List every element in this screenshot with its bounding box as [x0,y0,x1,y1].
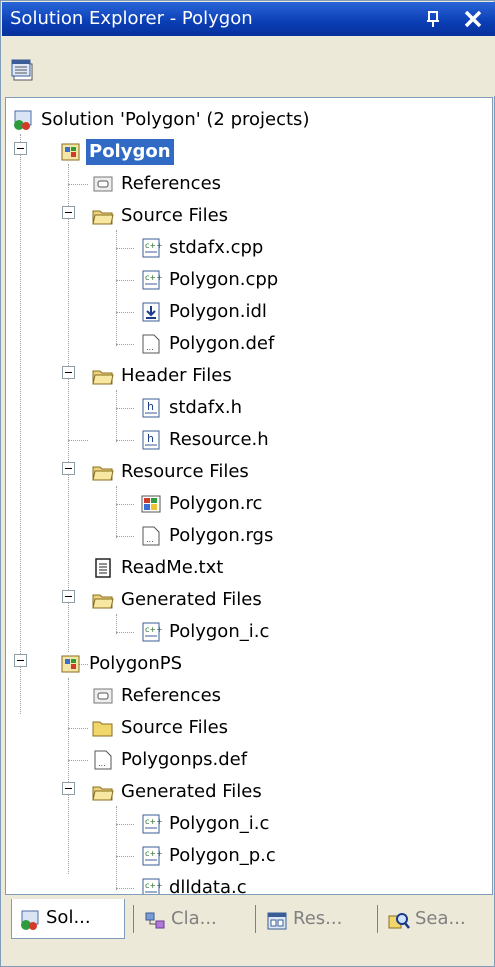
generic-file-icon: ... [92,749,114,771]
tab-label: Sea... [415,908,466,929]
collapse-toggle[interactable] [62,462,75,475]
solution-tree: Solution 'Polygon' (2 projects) Polygon … [5,97,493,895]
search-icon [387,909,411,931]
tab-solution-explorer[interactable]: Sol... [11,899,125,939]
tree-item-label: Resource.h [169,429,269,450]
generic-file-icon: ... [140,525,162,547]
solution-icon [12,109,34,131]
tab-class-view[interactable]: Cla... [137,901,249,937]
open-folder-icon [92,589,114,611]
svg-text:...: ... [146,343,154,352]
tree-item-label: stdafx.cpp [169,237,264,258]
header-file-icon: h [140,429,162,451]
tree-item-label: Source Files [121,205,229,226]
tab-resource-view[interactable]: Res... [259,901,371,937]
tree-item-label: Resource Files [121,461,249,482]
svg-text:c++: c++ [145,625,162,634]
svg-text:c++: c++ [145,881,162,890]
resource-script-icon [140,493,162,515]
tree-item-label: Polygon.def [169,333,275,354]
tree-item-label: PolygonPS [89,653,183,674]
header-file-icon: h [140,397,162,419]
class-view-icon [143,909,167,931]
svg-text:...: ... [98,759,106,768]
tree-item-label: References [121,685,222,706]
references-icon [92,173,114,195]
solution-explorer-window: Solution Explorer - Polygon Solution 'Po… [0,0,495,967]
tree-item-label: Polygon_i.c [169,621,270,642]
vc-project-icon [60,653,82,675]
cpp-file-icon: c++ [140,237,163,259]
close-icon[interactable] [461,2,485,36]
tab-label: Sol... [46,907,91,928]
svg-text:c++: c++ [145,241,162,250]
pin-icon[interactable] [423,2,443,36]
text-file-icon [92,557,114,579]
tree-item-label: ReadMe.txt [121,557,224,578]
open-folder-icon [92,365,114,387]
vc-project-icon [60,141,82,163]
svg-text:h: h [147,432,154,445]
c-file-icon: c++ [140,877,163,894]
tree-item-label: Solution 'Polygon' (2 projects) [41,109,310,130]
svg-text:c++: c++ [145,817,162,826]
tree-item-label: Source Files [121,717,229,738]
idl-file-icon [140,301,162,323]
open-folder-icon [92,781,114,803]
tree-item-label: Polygon.rc [169,493,263,514]
toolbar [2,36,495,96]
tree-item-label: Polygon.idl [169,301,267,322]
tree-item-label: Polygon.cpp [169,269,279,290]
collapse-toggle[interactable] [62,782,75,795]
tree-item-label: Polygon [86,139,174,165]
solution-explorer-icon [18,907,42,930]
window-title: Solution Explorer - Polygon [10,8,253,29]
c-file-icon: c++ [140,621,163,643]
title-bar: Solution Explorer - Polygon [2,2,495,36]
tree-item-label: dlldata.c [169,877,247,895]
references-icon [92,685,114,707]
collapse-toggle[interactable] [62,590,75,603]
tab-label: Cla... [171,908,217,929]
folder-icon [92,717,114,739]
svg-text:...: ... [146,535,154,544]
open-folder-icon [92,461,114,483]
svg-text:h: h [147,400,154,413]
cpp-file-icon: c++ [140,269,163,291]
resource-view-icon [265,909,289,931]
tree-item-label: Polygon_i.c [169,813,270,834]
tree-item-label: References [121,173,222,194]
tool-window-tabs: Sol... Cla... Res... Sea... [5,897,491,941]
c-file-icon: c++ [140,845,163,867]
generic-file-icon: ... [140,333,162,355]
open-folder-icon [92,205,114,227]
tree-item-label: Header Files [121,365,232,386]
tree-item-label: Generated Files [121,781,262,802]
collapse-toggle[interactable] [14,142,27,155]
tab-search[interactable]: Sea... [381,901,489,937]
collapse-toggle[interactable] [14,654,27,667]
tree-item-label: Polygonps.def [121,749,248,770]
tree-item-label: Generated Files [121,589,262,610]
tab-label: Res... [293,908,343,929]
tree-item-label: Polygon.rgs [169,525,274,546]
svg-text:c++: c++ [145,849,162,858]
tree-item-label: stdafx.h [169,397,243,418]
properties-icon[interactable] [10,58,38,84]
collapse-toggle[interactable] [62,206,75,219]
c-file-icon: c++ [140,813,163,835]
svg-text:c++: c++ [145,273,162,282]
tree-item-label: Polygon_p.c [169,845,276,866]
collapse-toggle[interactable] [62,366,75,379]
